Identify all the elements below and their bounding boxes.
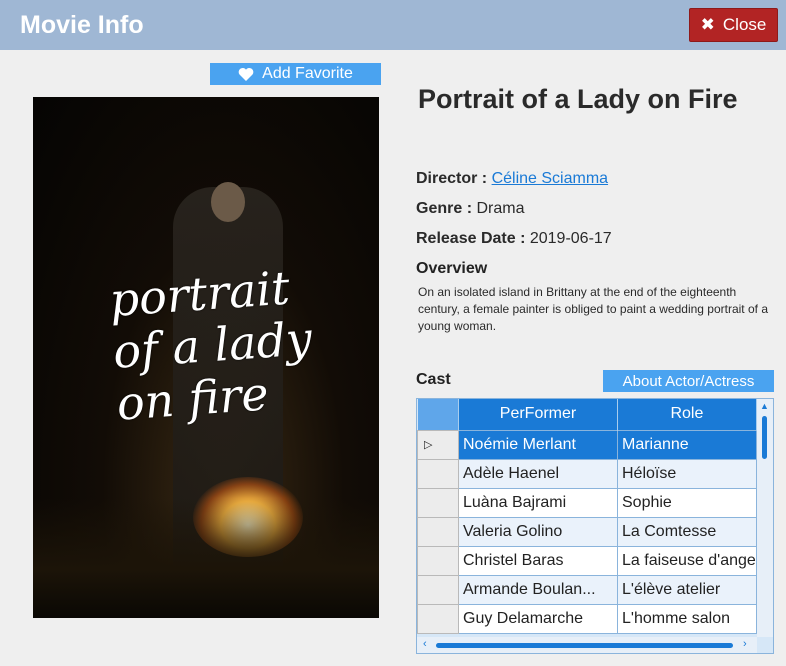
row-header[interactable]	[417, 603, 459, 634]
release-date-row: Release Date : 2019-06-17	[416, 230, 612, 248]
about-actor-button[interactable]: About Actor/Actress	[603, 370, 774, 392]
table-row[interactable]: Adèle Haenel Héloïse	[417, 458, 757, 489]
role-cell[interactable]: Marianne	[617, 429, 757, 460]
table-row[interactable]: ▷ Noémie Merlant Marianne	[417, 429, 757, 460]
movie-poster: portrait of a lady on fire	[33, 97, 379, 618]
column-header-role[interactable]: Role	[617, 399, 757, 430]
performer-cell[interactable]: Armande Boulan...	[458, 574, 618, 605]
row-header[interactable]	[417, 516, 459, 547]
heart-icon	[238, 67, 254, 81]
performer-cell[interactable]: Valeria Golino	[458, 516, 618, 547]
director-row: Director : Céline Sciamma	[416, 170, 608, 188]
scroll-up-icon[interactable]: ▲	[760, 401, 769, 411]
row-indicator-icon: ▷	[417, 429, 459, 460]
cast-table: PerFormer Role ▷ Noémie Merlant Marianne…	[417, 399, 757, 634]
performer-cell[interactable]: Luàna Bajrami	[458, 487, 618, 518]
scroll-right-icon[interactable]: ›	[743, 638, 747, 650]
horizontal-scrollbar[interactable]: ‹ ›	[417, 637, 757, 653]
performer-cell[interactable]: Adèle Haenel	[458, 458, 618, 489]
role-cell[interactable]: Héloïse	[617, 458, 757, 489]
genre-label: Genre :	[416, 200, 473, 217]
add-favorite-button[interactable]: Add Favorite	[210, 63, 381, 85]
close-icon: ✖	[700, 15, 715, 34]
window-title: Movie Info	[20, 11, 144, 39]
row-header[interactable]	[417, 487, 459, 518]
row-header[interactable]	[417, 545, 459, 576]
release-date-label: Release Date :	[416, 230, 526, 247]
role-cell[interactable]: Sophie	[617, 487, 757, 518]
overview-text: On an isolated island in Brittany at the…	[418, 285, 768, 333]
performer-cell[interactable]: Noémie Merlant	[458, 429, 618, 460]
column-header-performer[interactable]: PerFormer	[458, 399, 618, 430]
table-row[interactable]: Christel Baras La faiseuse d'ange	[417, 545, 757, 576]
table-row[interactable]: Armande Boulan... L'élève atelier	[417, 574, 757, 605]
table-row[interactable]: Luàna Bajrami Sophie	[417, 487, 757, 518]
table-row[interactable]: Guy Delamarche L'homme salon	[417, 603, 757, 634]
row-header[interactable]	[417, 458, 459, 489]
role-cell[interactable]: La Comtesse	[617, 516, 757, 547]
close-label: Close	[722, 15, 767, 34]
director-link[interactable]: Céline Sciamma	[492, 170, 608, 187]
director-label: Director :	[416, 170, 488, 187]
cast-grid[interactable]: PerFormer Role ▷ Noémie Merlant Marianne…	[416, 398, 774, 654]
vertical-scrollbar[interactable]: ▲	[757, 399, 773, 637]
performer-cell[interactable]: Guy Delamarche	[458, 603, 618, 634]
horizontal-scroll-thumb[interactable]	[436, 643, 733, 648]
movie-title: Portrait of a Lady on Fire	[418, 84, 738, 114]
row-header[interactable]	[417, 574, 459, 605]
vertical-scroll-thumb[interactable]	[762, 416, 767, 459]
overview-heading: Overview	[416, 260, 488, 277]
close-button[interactable]: ✖ Close	[689, 8, 778, 42]
genre-value: Drama	[476, 200, 525, 217]
genre-row: Genre : Drama	[416, 200, 524, 218]
release-date-value: 2019-06-17	[529, 230, 612, 247]
role-cell[interactable]: L'homme salon	[617, 603, 757, 634]
scroll-left-icon[interactable]: ‹	[423, 638, 427, 650]
cast-heading: Cast	[416, 371, 451, 388]
role-cell[interactable]: L'élève atelier	[617, 574, 757, 605]
title-bar: Movie Info ✖ Close	[0, 0, 786, 50]
add-favorite-label: Add Favorite	[262, 65, 353, 82]
grid-corner	[417, 399, 459, 430]
poster-title-script: portrait of a lady on fire	[107, 260, 314, 431]
role-cell[interactable]: La faiseuse d'ange	[617, 545, 757, 576]
table-row[interactable]: Valeria Golino La Comtesse	[417, 516, 757, 547]
performer-cell[interactable]: Christel Baras	[458, 545, 618, 576]
